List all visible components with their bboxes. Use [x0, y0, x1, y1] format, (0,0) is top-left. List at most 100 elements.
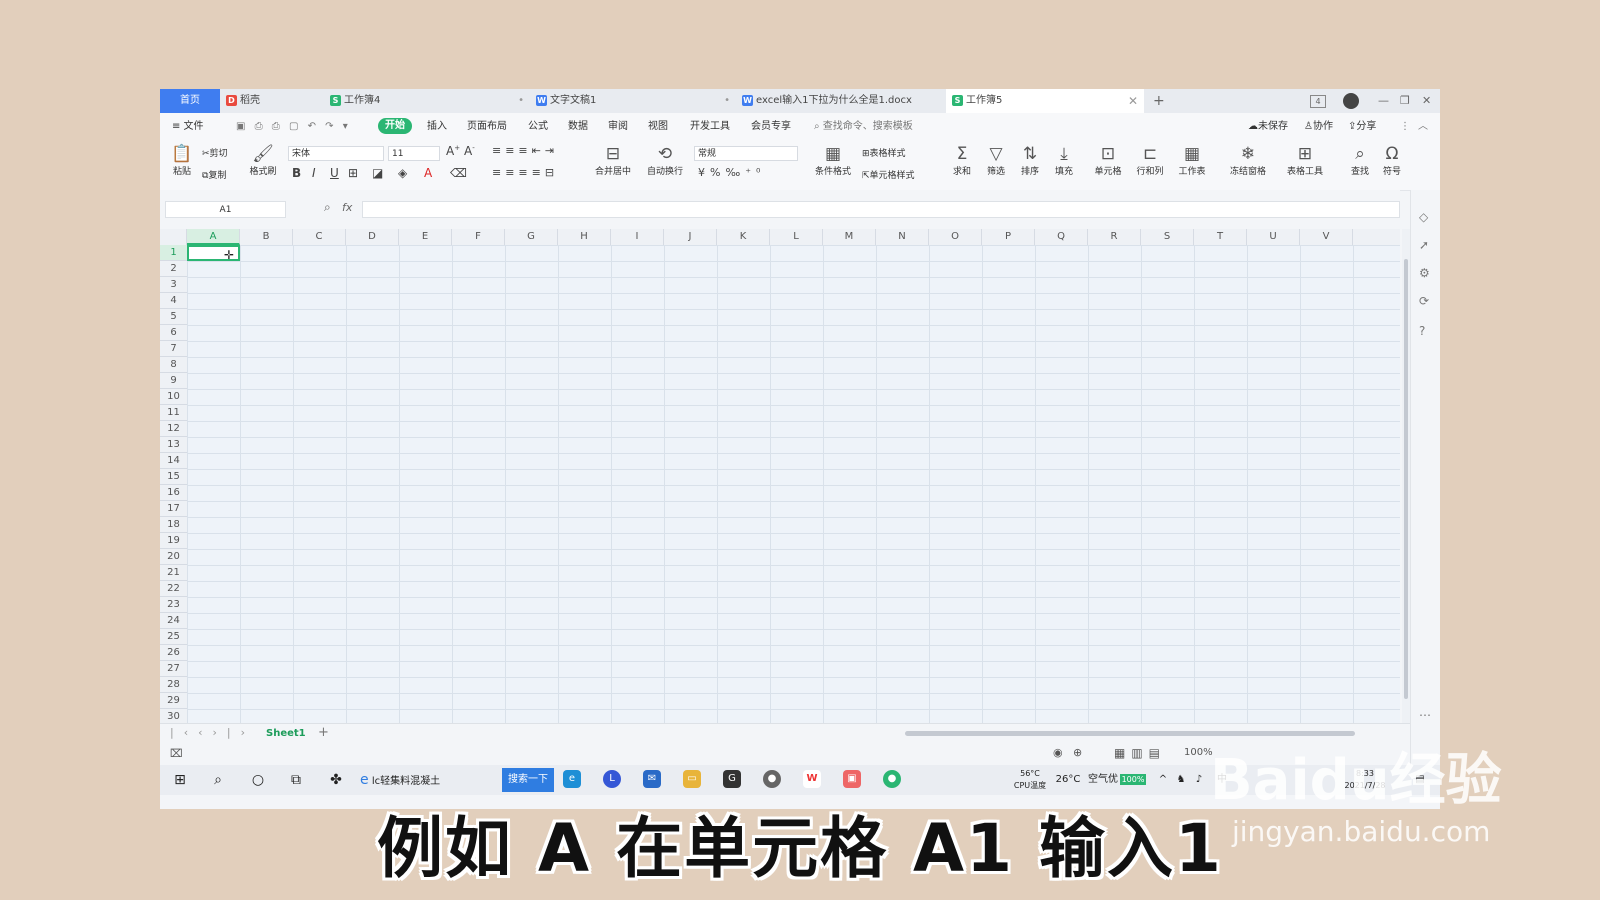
row-header[interactable]: 18 [160, 517, 187, 533]
more-icon[interactable]: ⋮ [1400, 113, 1410, 140]
quick-access-icons[interactable]: ▣ ⎙ ⎙ ▢ ↶ ↷ ▾ [236, 113, 351, 140]
command-search[interactable]: ⌕ 查找命令、搜索模板 [814, 113, 913, 140]
row-header[interactable]: 15 [160, 469, 187, 485]
menu-formulas[interactable]: 公式 [528, 113, 548, 140]
column-header[interactable]: K [717, 229, 770, 245]
view-mode-icons[interactable]: ▦▥▤ [1114, 746, 1166, 760]
filter-button[interactable]: ▽ 筛选 [982, 144, 1010, 177]
column-header[interactable]: N [876, 229, 929, 245]
row-header[interactable]: 6 [160, 325, 187, 341]
row-header[interactable]: 22 [160, 581, 187, 597]
app-l-icon[interactable]: L [600, 765, 624, 795]
row-header[interactable]: 27 [160, 661, 187, 677]
column-header[interactable]: R [1088, 229, 1141, 245]
column-header[interactable]: D [346, 229, 399, 245]
row-header[interactable]: 8 [160, 357, 187, 373]
locale-icon[interactable]: ⊕ [1073, 746, 1082, 759]
restore-icon[interactable]: ❐ [1400, 89, 1410, 113]
column-header[interactable]: I [611, 229, 664, 245]
row-header[interactable]: 21 [160, 565, 187, 581]
share-button[interactable]: ⇪分享 [1348, 113, 1376, 140]
pointer-icon[interactable]: ➚ [1419, 238, 1429, 252]
menu-developer[interactable]: 开发工具 [690, 113, 730, 140]
collaborate-button[interactable]: ♙协作 [1304, 113, 1333, 140]
app-g-icon[interactable]: G [720, 765, 744, 795]
row-header[interactable]: 30 [160, 709, 187, 723]
taskbar-search-box[interactable]: e lc轻集料混凝土 [360, 765, 496, 795]
speaker-icon[interactable]: ♪ [1192, 765, 1206, 795]
vertical-scroll-thumb[interactable] [1404, 259, 1408, 699]
avatar[interactable] [1343, 93, 1359, 109]
menu-page-layout[interactable]: 页面布局 [467, 113, 507, 140]
fill-button[interactable]: ⤓ 填充 [1050, 144, 1078, 177]
row-header[interactable]: 11 [160, 405, 187, 421]
row-header[interactable]: 5 [160, 309, 187, 325]
menu-review[interactable]: 审阅 [608, 113, 628, 140]
row-header[interactable]: 24 [160, 613, 187, 629]
cell-area[interactable] [187, 245, 1400, 723]
settings-slider-icon[interactable]: ⚙ [1419, 266, 1430, 280]
underline-icon[interactable]: U [330, 166, 339, 180]
menu-file[interactable]: ≡ 文件 [172, 113, 204, 140]
collapse-ribbon-icon[interactable]: ︿ [1418, 113, 1428, 140]
column-header[interactable]: P [982, 229, 1035, 245]
air-quality[interactable]: 空气优 [1088, 765, 1118, 795]
wps-office-icon[interactable]: W [800, 765, 824, 795]
sum-button[interactable]: Σ 求和 [948, 144, 976, 177]
unsaved-status[interactable]: ☁未保存 [1248, 113, 1288, 140]
row-header[interactable]: 17 [160, 501, 187, 517]
number-format-icons[interactable]: ¥%‰⁺⁰ [698, 166, 765, 179]
column-header[interactable]: Q [1035, 229, 1088, 245]
wechat-icon[interactable]: ● [880, 765, 904, 795]
row-header[interactable]: 10 [160, 389, 187, 405]
font-grow-icon[interactable]: A+ [446, 144, 460, 158]
row-header[interactable]: 13 [160, 437, 187, 453]
add-sheet-icon[interactable]: + [318, 725, 329, 740]
column-header[interactable]: E [399, 229, 452, 245]
row-header[interactable]: 1 [160, 245, 187, 261]
row-header[interactable]: 25 [160, 629, 187, 645]
copy-button[interactable]: ⧉复制 [202, 168, 226, 181]
close-icon[interactable]: • [724, 89, 730, 113]
taskbar-search-button[interactable]: 搜索一下 [502, 768, 554, 792]
search-icon[interactable]: ⌕ [206, 765, 230, 795]
row-header[interactable]: 20 [160, 549, 187, 565]
formula-input[interactable] [362, 201, 1400, 218]
column-header[interactable]: J [664, 229, 717, 245]
row-header[interactable]: 19 [160, 533, 187, 549]
zoom-formula-icon[interactable]: ⌕ [324, 200, 331, 215]
column-header[interactable]: G [505, 229, 558, 245]
close-icon[interactable]: ✕ [1128, 89, 1138, 113]
cell-button[interactable]: ⊡ 单元格 [1090, 144, 1126, 177]
app-globe-icon[interactable]: ● [760, 765, 784, 795]
column-header[interactable]: B [240, 229, 293, 245]
row-header[interactable]: 28 [160, 677, 187, 693]
help-icon[interactable]: ? [1419, 324, 1425, 338]
tab-doc1[interactable]: W 文字文稿1 • [536, 89, 736, 113]
sheet-tab-sheet1[interactable]: Sheet1 [266, 724, 306, 744]
row-header[interactable]: 9 [160, 373, 187, 389]
app-image-icon[interactable]: ▣ [840, 765, 864, 795]
font-size-select[interactable]: 11 [388, 146, 440, 161]
menu-member[interactable]: 会员专享 [751, 113, 791, 140]
column-header[interactable]: A [187, 229, 240, 245]
italic-icon[interactable]: I [312, 166, 316, 180]
cortana-icon[interactable]: ○ [246, 765, 270, 795]
merge-center-button[interactable]: ⊟ 合并居中 [590, 144, 636, 177]
number-format-select[interactable]: 常规 [694, 146, 798, 161]
font-name-select[interactable]: 宋体 [288, 146, 384, 161]
tab-workbook5[interactable]: S 工作簿5 ✕ [946, 89, 1144, 113]
row-header[interactable]: 23 [160, 597, 187, 613]
more-options-icon[interactable]: ⋯ [1419, 708, 1431, 722]
tab-daoke[interactable]: D 稻壳 [226, 89, 326, 113]
column-header[interactable]: M [823, 229, 876, 245]
minimize-icon[interactable]: — [1378, 89, 1389, 113]
menu-home[interactable]: 开始 [378, 118, 412, 134]
horizontal-align-icons[interactable]: ≡≡≡≡⊟ [492, 166, 558, 179]
file-explorer-icon[interactable]: ▭ [680, 765, 704, 795]
close-icon[interactable]: • [518, 89, 524, 113]
column-header[interactable]: S [1141, 229, 1194, 245]
table-style-button[interactable]: ⊞表格样式 [862, 146, 906, 159]
fx-icon[interactable]: fx [342, 201, 352, 214]
column-header[interactable]: O [929, 229, 982, 245]
